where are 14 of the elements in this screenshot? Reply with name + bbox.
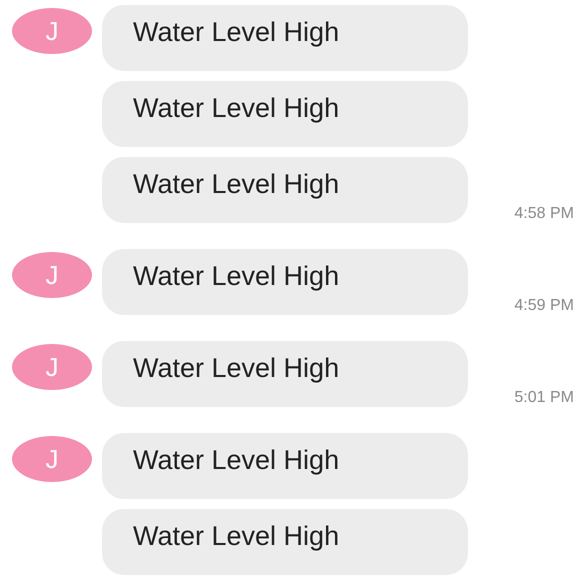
avatar: J [12,8,92,54]
avatar: J [12,436,92,482]
message-bubble: Water Level High [102,157,468,223]
message-time: 4:59 PM [514,297,574,315]
message-bubble: Water Level High [102,81,468,147]
message-bubble: Water Level High [102,5,468,71]
avatar: J [12,344,92,390]
message-bubble: Water Level High [102,509,468,575]
message-bubble: Water Level High [102,433,468,499]
avatar: J [12,252,92,298]
message-bubble: Water Level High [102,249,468,315]
message-time: 4:58 PM [514,205,574,223]
message-bubble: Water Level High [102,341,468,407]
message-time: 5:01 PM [514,389,574,407]
